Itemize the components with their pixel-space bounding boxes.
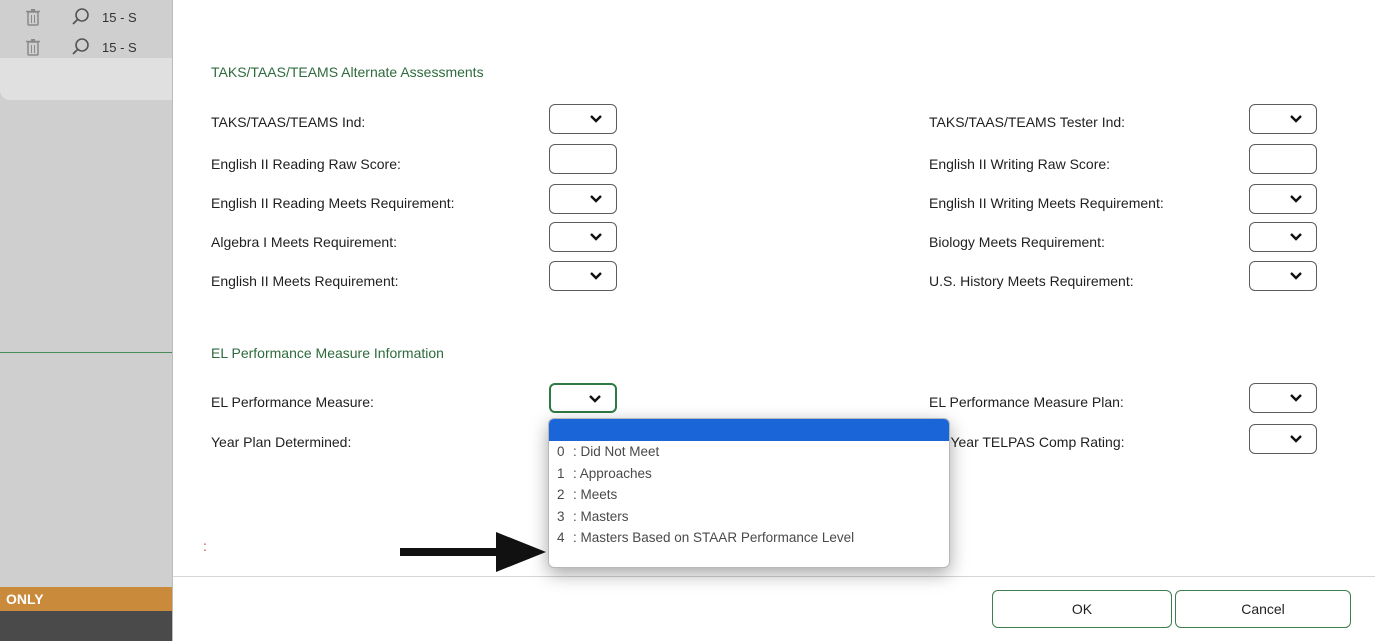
el-performance-measure-select[interactable] [549, 383, 617, 413]
biology-meets-select[interactable] [1249, 222, 1317, 252]
english-writing-raw-input[interactable] [1249, 144, 1317, 174]
option-text: : Masters Based on STAAR Performance Lev… [573, 530, 855, 545]
background-row: 15 - S [22, 6, 172, 28]
search-icon[interactable] [70, 7, 92, 27]
biology-meets-label: Biology Meets Requirement: [929, 234, 1105, 250]
option-text: : Approaches [573, 465, 652, 481]
option-text: : Meets [573, 487, 618, 502]
el-section-title: EL Performance Measure Information [211, 345, 444, 361]
row-text: 15 - S [102, 9, 137, 25]
chevron-down-icon [1290, 233, 1302, 241]
trash-icon[interactable] [22, 37, 44, 57]
year-plan-determined-label: Year Plan Determined: [211, 434, 352, 450]
chevron-down-icon [1290, 435, 1302, 443]
dropdown-option-3[interactable]: 3 : Masters [549, 506, 949, 528]
taks-tester-ind-select[interactable] [1249, 104, 1317, 134]
english-meets-label: English II Meets Requirement: [211, 273, 399, 289]
el-performance-measure-plan-label: EL Performance Measure Plan: [929, 394, 1124, 410]
dropdown-option-1[interactable]: 1 : Approaches [549, 463, 949, 485]
chevron-down-icon [1290, 195, 1302, 203]
footer-divider [173, 576, 1375, 577]
option-text: : Masters [573, 508, 629, 524]
us-history-meets-label: U.S. History Meets Requirement: [929, 273, 1134, 289]
algebra-meets-select[interactable] [549, 222, 617, 252]
background-row: 15 - S [22, 36, 172, 58]
el-performance-measure-plan-select[interactable] [1249, 383, 1317, 413]
cancel-button[interactable]: Cancel [1175, 590, 1351, 628]
telpas-comp-rating-select[interactable] [1249, 424, 1317, 454]
annotation-arrow [400, 532, 546, 572]
ok-button[interactable]: OK [992, 590, 1172, 628]
telpas-comp-rating-label: n-Year TELPAS Comp Rating: [938, 434, 1125, 450]
trash-icon[interactable] [22, 7, 44, 27]
background-divider [0, 352, 172, 353]
english-writing-meets-select[interactable] [1249, 184, 1317, 214]
dropdown-option-2[interactable]: 2 : Meets [549, 484, 949, 506]
chevron-down-icon [589, 395, 601, 403]
chevron-down-icon [1290, 394, 1302, 402]
only-badge: ONLY [0, 587, 172, 611]
english-meets-select[interactable] [549, 261, 617, 291]
option-code: 3 [557, 508, 565, 524]
taks-ind-select[interactable] [549, 104, 617, 134]
row-text: 15 - S [102, 39, 137, 55]
english-reading-meets-label: English II Reading Meets Requirement: [211, 195, 455, 211]
el-performance-measure-label: EL Performance Measure: [211, 394, 374, 410]
taks-section-title: TAKS/TAAS/TEAMS Alternate Assessments [211, 64, 484, 80]
background-footer [0, 611, 172, 641]
dropdown-option-4[interactable]: 4 : Masters Based on STAAR Performance Le… [549, 527, 949, 549]
background-panel [0, 58, 172, 100]
option-text: : Did Not Meet [573, 444, 660, 459]
required-marker: : [203, 538, 207, 554]
algebra-meets-label: Algebra I Meets Requirement: [211, 234, 397, 250]
chevron-down-icon [590, 233, 602, 241]
english-reading-raw-input[interactable] [549, 144, 617, 174]
search-icon[interactable] [70, 37, 92, 57]
chevron-down-icon [590, 272, 602, 280]
english-reading-meets-select[interactable] [549, 184, 617, 214]
english-writing-raw-label: English II Writing Raw Score: [929, 156, 1111, 172]
option-code: 0 [557, 444, 565, 459]
english-writing-meets-label: English II Writing Meets Requirement: [929, 195, 1164, 211]
taks-tester-ind-label: TAKS/TAAS/TEAMS Tester Ind: [929, 114, 1126, 130]
chevron-down-icon [590, 195, 602, 203]
option-code: 4 [557, 530, 565, 545]
chevron-down-icon [1290, 115, 1302, 123]
dropdown-option-0[interactable]: 0 : Did Not Meet [549, 441, 949, 463]
option-code: 1 [557, 465, 565, 481]
dropdown-option-blank[interactable] [549, 419, 949, 441]
chevron-down-icon [1290, 272, 1302, 280]
chevron-down-icon [590, 115, 602, 123]
english-reading-raw-label: English II Reading Raw Score: [211, 156, 401, 172]
el-performance-measure-dropdown: 0 : Did Not Meet 1 : Approaches 2 : Meets 3… [548, 418, 950, 568]
us-history-meets-select[interactable] [1249, 261, 1317, 291]
option-code: 2 [557, 487, 565, 502]
taks-ind-label: TAKS/TAAS/TEAMS Ind: [211, 114, 366, 130]
